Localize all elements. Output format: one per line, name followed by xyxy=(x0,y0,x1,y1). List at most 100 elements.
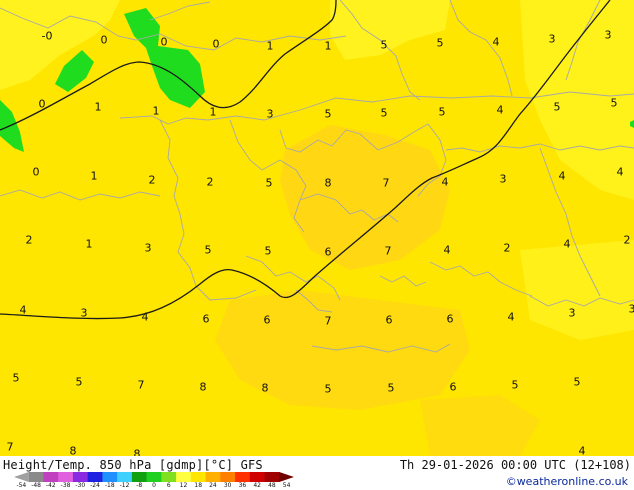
temperature-value: 4 xyxy=(616,165,624,179)
temperature-value: 3 xyxy=(144,241,152,255)
temperature-value: 5 xyxy=(553,100,561,114)
temperature-value: 5 xyxy=(610,96,618,110)
color-scale-label: -24 xyxy=(90,482,100,489)
color-scale-swatch xyxy=(279,472,294,482)
color-scale-swatch xyxy=(146,472,162,482)
color-scale-labels: -54 -48 -42 -38 -30 -24 -18 -12 -8 0 6 12 18 24 30 36 42… xyxy=(14,482,294,490)
temperature-value: 6 xyxy=(263,313,271,327)
temperature-value: 3 xyxy=(548,32,556,46)
temperature-value: 4 xyxy=(558,169,566,183)
orange-yellow-region-se xyxy=(420,395,540,456)
temperature-value: 6 xyxy=(449,380,457,394)
credit-link[interactable]: ©weatheronline.co.uk xyxy=(506,475,628,488)
temperature-value: 8 xyxy=(261,381,269,395)
color-scale-label: 24 xyxy=(209,482,217,489)
temperature-value: 2 xyxy=(25,233,33,247)
temperature-value: 5 xyxy=(380,106,388,120)
color-scale-label: -18 xyxy=(104,482,115,489)
temperature-value: 6 xyxy=(385,313,393,327)
color-scale-label: 12 xyxy=(179,482,188,489)
color-scale-swatch xyxy=(43,472,59,482)
color-scale-swatch xyxy=(249,472,265,482)
temperature-value: 4 xyxy=(443,243,451,257)
temperature-value: 4 xyxy=(563,237,571,251)
color-scale-swatch xyxy=(14,472,29,482)
color-scale-swatch xyxy=(205,472,221,482)
temperature-value: 0 xyxy=(212,37,220,51)
color-scale-swatch xyxy=(28,472,44,482)
temperature-shading xyxy=(0,0,634,456)
color-scale-label: -48 xyxy=(31,482,41,489)
temperature-value: 1 xyxy=(324,39,332,53)
temperature-value: 4 xyxy=(578,444,586,457)
temperature-value: 2 xyxy=(503,241,511,255)
color-scale-label: -38 xyxy=(60,482,71,489)
temperature-value: 0 xyxy=(160,35,168,49)
temperature-value: 7 xyxy=(6,440,14,454)
temperature-value: -0 xyxy=(41,29,53,43)
temperature-value: 8 xyxy=(324,176,332,190)
color-scale-label: 54 xyxy=(282,482,291,489)
temperature-value: 4 xyxy=(507,310,515,324)
temperature-value: 5 xyxy=(204,243,212,257)
color-scale-label: -12 xyxy=(119,482,130,489)
color-scale-swatch xyxy=(102,472,118,482)
temperature-value: 2 xyxy=(206,175,214,189)
temperature-value: 3 xyxy=(80,306,88,320)
orange-yellow-region-south xyxy=(215,290,470,410)
temperature-value: 4 xyxy=(441,175,449,189)
temperature-value: 8 xyxy=(199,380,207,394)
temperature-value: 7 xyxy=(324,314,332,328)
temperature-value: 1 xyxy=(94,100,102,114)
color-scale-bar xyxy=(14,472,294,482)
color-scale-label: -54 xyxy=(16,482,27,489)
weather-map: -0 0 0 0 1 1 5 5 4 3 3 0 1 1 1 3 5 5 5 4 5 5 0 1 2 2 5 8 7 4 3 4 4 2 1 3 5 5 6… xyxy=(0,0,634,456)
footer: Height/Temp. 850 hPa [gdmp][°C] GFS Th 2… xyxy=(0,456,634,490)
temperature-value: 5 xyxy=(380,38,388,52)
map-drawing xyxy=(0,0,634,456)
color-scale-label: 48 xyxy=(268,482,276,489)
color-scale-swatch xyxy=(264,472,280,482)
temperature-value: 1 xyxy=(266,39,274,53)
temperature-value: 6 xyxy=(324,245,332,259)
temperature-value: 2 xyxy=(623,233,631,247)
color-scale-swatch xyxy=(176,472,192,482)
valid-time: Th 29-01-2026 00:00 UTC (12+108) xyxy=(399,458,631,472)
color-scale-label: 18 xyxy=(194,482,203,489)
temperature-value: 7 xyxy=(384,244,392,258)
temperature-value: 0 xyxy=(32,165,40,179)
temperature-value: 1 xyxy=(90,169,98,183)
temperature-value: 5 xyxy=(264,244,272,258)
temperature-value: 6 xyxy=(202,312,210,326)
temperature-value: 1 xyxy=(209,105,217,119)
temperature-value: 3 xyxy=(628,302,634,316)
temperature-value: 0 xyxy=(100,33,108,47)
green-patch-3 xyxy=(0,100,24,152)
color-scale: -54 -48 -42 -38 -30 -24 -18 -12 -8 0 6 12 18 24 30 36 42… xyxy=(14,472,294,490)
temperature-value: 8 xyxy=(133,447,141,457)
temperature-value: 3 xyxy=(568,306,576,320)
color-scale-swatch xyxy=(87,472,103,482)
color-scale-swatch xyxy=(117,472,133,482)
temperature-value: 3 xyxy=(266,107,274,121)
temperature-value: 8 xyxy=(69,444,77,457)
color-scale-label: 42 xyxy=(253,482,261,489)
color-scale-label: 30 xyxy=(223,482,232,489)
color-scale-label: -8 xyxy=(136,482,143,489)
temperature-value: 2 xyxy=(148,173,156,187)
temperature-value: 5 xyxy=(438,105,446,119)
temperature-value: 6 xyxy=(446,312,454,326)
orange-yellow-region-center xyxy=(280,125,450,270)
map-title: Height/Temp. 850 hPa [gdmp][°C] GFS xyxy=(3,458,263,472)
color-scale-swatch xyxy=(161,472,177,482)
temperature-value: 4 xyxy=(496,103,504,117)
color-scale-swatch xyxy=(58,472,74,482)
temperature-value: 5 xyxy=(324,107,332,121)
temperature-value: 5 xyxy=(511,378,519,392)
temperature-value: 5 xyxy=(265,176,273,190)
color-scale-swatch xyxy=(72,472,88,482)
temperature-value: 5 xyxy=(324,382,332,396)
light-yellow-region-east xyxy=(520,240,634,340)
temperature-value: 7 xyxy=(382,176,390,190)
temperature-value: 5 xyxy=(573,375,581,389)
